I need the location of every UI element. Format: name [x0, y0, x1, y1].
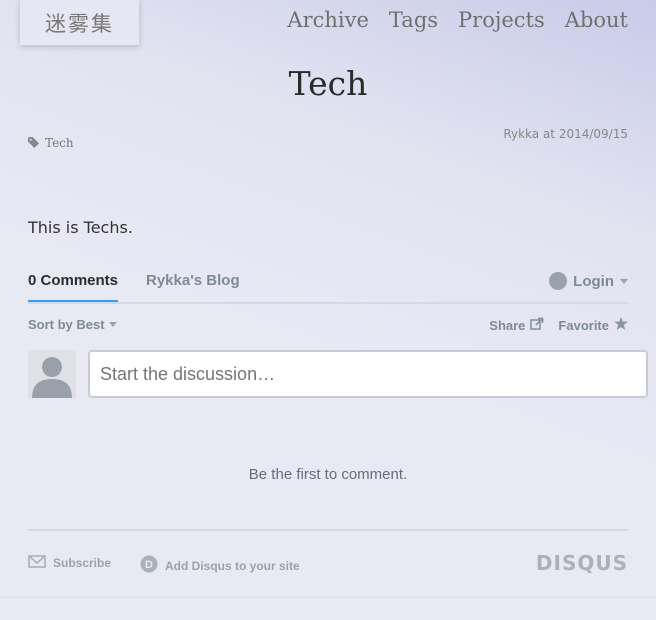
- speech-bubble-icon: [549, 272, 568, 290]
- post-body: This is Techs.: [28, 218, 133, 237]
- comment-compose: [28, 350, 648, 398]
- share-icon: [530, 317, 544, 333]
- sort-dropdown[interactable]: Sort by Best: [28, 317, 117, 332]
- disqus-footer: Subscribe D Add Disqus to your site DISQ…: [28, 529, 628, 587]
- share-button[interactable]: Share: [489, 317, 544, 333]
- main-nav: Archive Tags Projects About: [287, 8, 628, 32]
- thread-actions: Share Favorite: [489, 317, 628, 333]
- favorite-button[interactable]: Favorite: [558, 317, 628, 333]
- nav-tags[interactable]: Tags: [389, 8, 438, 32]
- tab-comments[interactable]: 0 Comments: [28, 272, 119, 302]
- tag-link[interactable]: Tech: [45, 136, 74, 150]
- chevron-down-icon: [108, 322, 117, 327]
- site-logo[interactable]: 迷雾集: [20, 0, 139, 45]
- empty-state: Be the first to comment.: [248, 466, 408, 483]
- page-title: Tech: [288, 64, 368, 103]
- disqus-tabs: 0 Comments Rykka's Blog Login: [28, 266, 628, 304]
- sort-label: Sort by Best: [28, 317, 105, 332]
- subscribe-link[interactable]: Subscribe: [28, 555, 111, 571]
- avatar: [28, 350, 76, 398]
- add-disqus-label: Add Disqus to your site: [165, 558, 300, 573]
- add-disqus-link[interactable]: D Add Disqus to your site: [140, 555, 300, 576]
- favorite-label: Favorite: [558, 317, 609, 333]
- share-label: Share: [489, 317, 526, 333]
- nav-about[interactable]: About: [565, 8, 628, 32]
- disqus-brand[interactable]: DISQUS: [536, 551, 628, 575]
- nav-archive[interactable]: Archive: [287, 8, 369, 32]
- subscribe-label: Subscribe: [53, 556, 112, 570]
- disqus-thread: 0 Comments Rykka's Blog Login Sort by Be…: [28, 266, 648, 587]
- disqus-d-icon: D: [140, 555, 158, 576]
- disqus-toolbar: Sort by Best Share Favorite: [28, 304, 628, 344]
- svg-text:D: D: [145, 559, 153, 571]
- star-icon: [614, 317, 628, 333]
- login-menu[interactable]: Login: [549, 272, 628, 290]
- tab-blog[interactable]: Rykka's Blog: [146, 272, 240, 289]
- page-divider: [0, 597, 656, 598]
- nav-projects[interactable]: Projects: [458, 8, 545, 32]
- post-tags: Tech: [28, 133, 74, 152]
- comment-input[interactable]: [88, 350, 648, 398]
- post-meta: Rykka at 2014/09/15: [503, 127, 628, 141]
- tag-icon: [28, 133, 39, 152]
- chevron-down-icon: [620, 278, 628, 284]
- login-label: Login: [573, 272, 614, 290]
- envelope-icon: [28, 555, 46, 571]
